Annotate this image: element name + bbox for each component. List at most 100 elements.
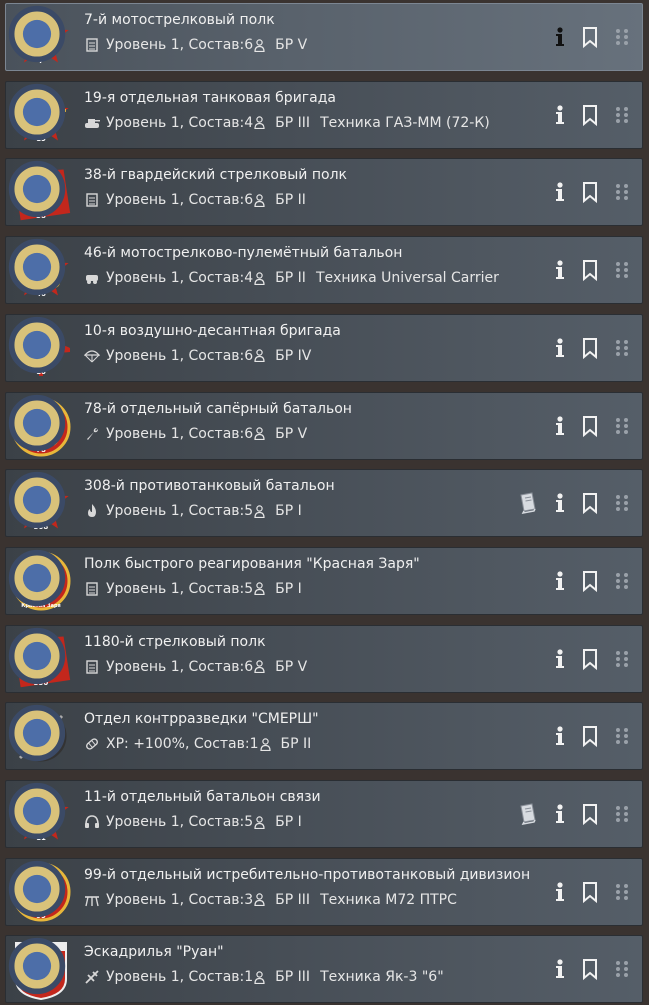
drag-handle-icon[interactable] (610, 490, 634, 516)
info-icon[interactable] (548, 646, 572, 672)
info-icon[interactable] (548, 568, 572, 594)
info-icon[interactable] (548, 490, 572, 516)
squad-info: Уровень 1, Состав:6 БР V (84, 659, 307, 675)
medal-icon (6, 3, 66, 63)
drag-handle-icon[interactable] (610, 24, 634, 50)
squad-emblem (8, 938, 72, 1001)
squad-level: Уровень 1, Состав:6 (106, 347, 254, 364)
bookmark-icon[interactable] (578, 102, 602, 128)
drag-handle-icon[interactable] (610, 646, 634, 672)
info-icon[interactable] (548, 257, 572, 283)
info-icon[interactable] (548, 723, 572, 749)
drag-handle-icon[interactable] (610, 257, 634, 283)
squad-br: БР I (275, 503, 302, 520)
bookmark-icon[interactable] (578, 723, 602, 749)
parachute-icon (83, 348, 101, 364)
squad-emblem: 46 (8, 238, 72, 302)
medal-icon (6, 81, 66, 140)
person-icon (254, 660, 265, 674)
squad-row[interactable]: Отдел контрразведки "СМЕРШ" XP: +100%, С… (5, 702, 643, 771)
squad-info: Уровень 1, Состав:3 БР III Техника M72 П… (84, 892, 457, 908)
squad-br: БР III (275, 891, 311, 908)
squad-row[interactable]: 99 99-й отдельный истребительно-противот… (5, 857, 643, 926)
drag-handle-icon[interactable] (610, 335, 634, 361)
info-icon[interactable] (548, 335, 572, 361)
squad-name: 7-й мотострелковый полк (84, 12, 275, 28)
squad-emblem: 10 (8, 316, 72, 380)
squad-row[interactable]: Красная Заря Полк быстрого реагирования … (5, 546, 643, 615)
at-gun-icon (84, 892, 100, 908)
bookmark-icon[interactable] (578, 179, 602, 205)
squad-level: Уровень 1, Состав:1 (106, 969, 254, 986)
book-icon[interactable] (516, 801, 540, 827)
drag-handle-icon[interactable] (610, 879, 634, 905)
squad-row[interactable]: 46 46-й мотострелково-пулемётный батальо… (5, 236, 643, 305)
squad-info: Уровень 1, Состав:5 БР I (84, 814, 302, 830)
bookmark-icon[interactable] (578, 413, 602, 439)
squad-level: Уровень 1, Состав:4 (106, 270, 254, 287)
squad-row[interactable]: 78 78-й отдельный сапёрный батальон Уров… (5, 391, 643, 460)
bookmark-icon[interactable] (578, 24, 602, 50)
drag-handle-icon[interactable] (610, 568, 634, 594)
bookmark-icon[interactable] (578, 879, 602, 905)
drag-handle-icon[interactable] (610, 956, 634, 982)
person-icon (254, 971, 265, 984)
squad-br: БР IV (275, 347, 312, 364)
medal-icon (6, 158, 66, 218)
squad-emblem: 99 (8, 860, 72, 924)
squad-name: 19-я отдельная танковая бригада (84, 89, 336, 106)
squad-name: 1180-й стрелковый полк (84, 633, 266, 650)
squad-row[interactable]: Эскадрилья "Руан" Уровень 1, Состав:1 БР… (5, 935, 643, 1004)
medal-icon (6, 935, 66, 995)
squad-name: 46-й мотострелково-пулемётный батальон (84, 245, 403, 262)
info-icon[interactable] (548, 24, 572, 50)
squad-row[interactable]: 7 7-й мотострелковый полк Уровень 1, Сос… (5, 3, 643, 71)
drag-handle-icon[interactable] (610, 723, 634, 749)
bookmark-icon[interactable] (578, 646, 602, 672)
person-icon (254, 349, 265, 363)
squad-vehicle: Техника Як-3 "6" (320, 969, 444, 986)
squad-level: XP: +100%, Состав:1 (106, 736, 259, 753)
squad-info: Уровень 1, Состав:5 БР I (84, 581, 302, 597)
info-icon[interactable] (548, 801, 572, 827)
info-icon[interactable] (548, 102, 572, 128)
headphones-icon (84, 814, 100, 830)
drag-handle-icon[interactable] (610, 413, 634, 439)
bookmark-icon[interactable] (578, 335, 602, 361)
drag-handle-icon[interactable] (610, 179, 634, 205)
squad-row[interactable]: 10 10-я воздушно-десантная бригада Урове… (5, 313, 643, 382)
squad-info: Уровень 1, Состав:1 БР III Техника Як-3 … (84, 969, 444, 985)
squad-row[interactable]: 308 308-й противотанковый батальон Урове… (5, 469, 643, 538)
list-icon (84, 192, 100, 208)
squad-row[interactable]: 19 19-я отдельная танковая бригада Урове… (5, 80, 643, 149)
info-icon[interactable] (548, 956, 572, 982)
person-icon (254, 194, 265, 207)
squad-row[interactable]: 350 1180-й стрелковый полк Уровень 1, Со… (5, 624, 643, 693)
squad-row[interactable]: 38 38-й гвардейский стрелковый полк Уров… (5, 158, 643, 227)
drag-handle-icon[interactable] (610, 102, 634, 128)
medal-icon (6, 547, 66, 607)
bookmark-icon[interactable] (578, 257, 602, 283)
bookmark-icon[interactable] (578, 490, 602, 516)
medal-icon (6, 469, 66, 529)
info-icon[interactable] (548, 879, 572, 905)
ammo-icon (84, 736, 100, 752)
squad-name: 11-й отдельный батальон связи (84, 789, 321, 805)
squad-info: Уровень 1, Состав:6 БР IV (83, 347, 312, 364)
squad-name: Отдел контрразведки "СМЕРШ" (84, 711, 319, 728)
person-icon (254, 38, 265, 52)
bookmark-icon[interactable] (578, 801, 602, 827)
info-icon[interactable] (548, 179, 572, 205)
squad-row[interactable]: 11 11-й отдельный батальон связи Уровень… (5, 780, 643, 848)
squad-level: Уровень 1, Состав:6 (106, 658, 254, 675)
squad-br: БР II (280, 736, 312, 753)
bookmark-icon[interactable] (578, 956, 602, 982)
bookmark-icon[interactable] (578, 568, 602, 594)
drag-handle-icon[interactable] (610, 801, 634, 827)
book-icon[interactable] (516, 490, 540, 516)
person-icon (259, 738, 271, 751)
info-icon[interactable] (548, 413, 572, 439)
squad-level: Уровень 1, Состав:4 (106, 114, 254, 131)
person-icon (254, 427, 265, 441)
squad-br: БР III (275, 114, 311, 131)
